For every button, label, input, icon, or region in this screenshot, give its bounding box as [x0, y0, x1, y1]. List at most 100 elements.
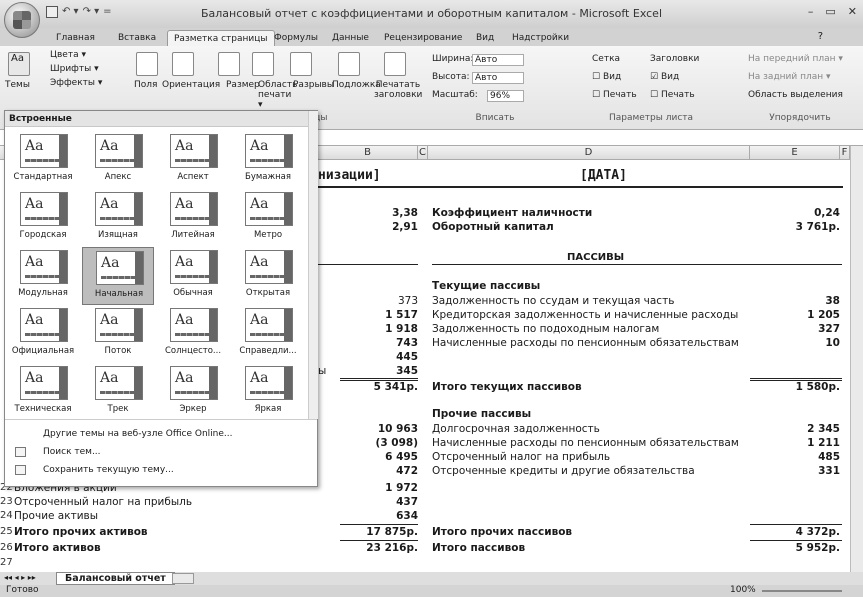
cash-ratio-right[interactable]: 0,24	[750, 207, 840, 219]
row-b[interactable]: 634	[318, 510, 418, 522]
theme-option[interactable]: Aa Литейная	[157, 189, 229, 247]
row-e[interactable]: 4 372р.	[750, 526, 840, 538]
effects-button[interactable]: Эффекты ▾	[50, 78, 102, 88]
theme-option[interactable]: Aa Справедли...	[232, 305, 304, 363]
theme-option[interactable]: Aa Изящная	[82, 189, 154, 247]
other-row-b[interactable]: 6 495	[318, 451, 418, 463]
sheet-nav-arrows[interactable]: ◂◂ ◂ ▸ ▸▸	[4, 573, 36, 582]
theme-option[interactable]: Aa Обычная	[157, 247, 229, 305]
working-capital-right[interactable]: 3 761р.	[750, 221, 840, 233]
theme-option[interactable]: Aa Городская	[7, 189, 79, 247]
theme-option[interactable]: Aa Начальная	[82, 247, 154, 305]
row-d[interactable]: Итого прочих пассивов	[432, 526, 572, 538]
theme-option[interactable]: Aa Открытая	[232, 247, 304, 305]
row-b[interactable]: 437	[318, 496, 418, 508]
insert-sheet-button[interactable]	[172, 573, 194, 584]
theme-option[interactable]: Aa Модульная	[7, 247, 79, 305]
send-back-button[interactable]: На задний план ▾	[748, 72, 831, 82]
maximize-button[interactable]: ▭	[825, 5, 835, 18]
other-row-d[interactable]: Отсроченный налог на прибыль	[432, 451, 610, 463]
cash-ratio-label[interactable]: Коэффициент наличности	[432, 207, 592, 219]
theme-option[interactable]: Aa Солнцесто...	[157, 305, 229, 363]
row-number[interactable]: 24	[0, 510, 13, 521]
zoom-slider[interactable]	[762, 590, 842, 592]
height-select[interactable]: Авто	[472, 72, 524, 84]
bring-front-button[interactable]: На передний план ▾	[748, 54, 843, 64]
theme-option[interactable]: Aa Эркер	[157, 363, 229, 421]
headings-print-checkbox[interactable]: ☐ Печать	[650, 90, 695, 100]
other-row-d[interactable]: Начисленные расходы по пенсионным обязат…	[432, 437, 739, 449]
row-b[interactable]: 23 216р.	[318, 542, 418, 554]
other-row-b[interactable]: 472	[318, 465, 418, 477]
current-row-e[interactable]: 327	[750, 323, 840, 335]
other-liabilities-header[interactable]: Прочие пассивы	[432, 408, 531, 420]
current-row-b[interactable]: 1 517	[318, 309, 418, 321]
tab-review[interactable]: Рецензирование	[378, 30, 468, 46]
width-select[interactable]: Авто	[472, 54, 524, 66]
column-header-e[interactable]: E	[750, 146, 840, 160]
size-button[interactable]: Размер	[226, 80, 260, 90]
row-d[interactable]: Итого пассивов	[432, 542, 525, 554]
row-number[interactable]: 26	[0, 542, 13, 553]
selection-pane-button[interactable]: Область выделения	[748, 90, 843, 100]
themes-icon[interactable]: Aa	[8, 52, 30, 76]
current-row-d[interactable]: Кредиторская задолженность и начисленные…	[432, 309, 738, 321]
current-row-e[interactable]: 10	[750, 337, 840, 349]
current-row-d[interactable]: Задолженность по подоходным налогам	[432, 323, 659, 335]
current-row-b[interactable]: 373	[318, 295, 418, 307]
total-current-b[interactable]: 5 341р.	[318, 381, 418, 393]
gridlines-view-checkbox[interactable]: ☐ Вид	[592, 72, 621, 82]
partial-text-cell[interactable]: ы	[318, 365, 326, 377]
themes-button[interactable]: Темы	[5, 80, 30, 90]
row-b[interactable]: 1 972	[318, 482, 418, 494]
current-row-e[interactable]: 38	[750, 295, 840, 307]
theme-option[interactable]: Aa Официальная	[7, 305, 79, 363]
tab-addins[interactable]: Надстройки	[506, 30, 575, 46]
total-current-e[interactable]: 1 580р.	[750, 381, 840, 393]
minimize-button[interactable]: –	[808, 5, 814, 18]
current-row-e[interactable]: 1 205	[750, 309, 840, 321]
theme-option[interactable]: Aa Яркая	[232, 363, 304, 421]
tab-insert[interactable]: Вставка	[112, 30, 162, 46]
row-b[interactable]: 17 875р.	[318, 526, 418, 538]
other-row-d[interactable]: Долгосрочная задолженность	[432, 423, 600, 435]
other-row-e[interactable]: 2 345	[750, 423, 840, 435]
close-button[interactable]: ✕	[848, 5, 857, 18]
row-a[interactable]: Итого прочих активов	[14, 526, 148, 538]
tab-formulas[interactable]: Формулы	[268, 30, 324, 46]
theme-option[interactable]: Aa Аспект	[157, 131, 229, 189]
theme-option[interactable]: Aa Метро	[232, 189, 304, 247]
current-row-d[interactable]: Задолженность по ссудам и текущая часть	[432, 295, 674, 307]
theme-option[interactable]: Aa Стандартная	[7, 131, 79, 189]
other-row-e[interactable]: 1 211	[750, 437, 840, 449]
margins-button[interactable]: Поля	[134, 80, 157, 90]
total-current-label[interactable]: Итого текущих пассивов	[432, 381, 582, 393]
column-header-c[interactable]: C	[418, 146, 428, 160]
column-header-d[interactable]: D	[428, 146, 750, 160]
row-number[interactable]: 23	[0, 496, 13, 507]
other-row-e[interactable]: 331	[750, 465, 840, 477]
theme-option[interactable]: Aa Трек	[82, 363, 154, 421]
row-a[interactable]: Прочие активы	[14, 510, 98, 522]
print-area-button[interactable]: Область печати ▾	[258, 80, 297, 110]
office-button[interactable]	[4, 2, 40, 38]
row-a[interactable]: Отсроченный налог на прибыль	[14, 496, 192, 508]
row-number[interactable]: 27	[0, 557, 13, 568]
liabilities-header[interactable]: ПАССИВЫ	[567, 252, 624, 263]
other-row-b[interactable]: (3 098)	[318, 437, 418, 449]
cash-ratio-value[interactable]: 3,38	[318, 207, 418, 219]
save-theme-item[interactable]: Сохранить текущую тему...	[5, 461, 317, 479]
tab-home[interactable]: Главная	[50, 30, 101, 46]
theme-option[interactable]: Aa Бумажная	[232, 131, 304, 189]
current-row-b[interactable]: 445	[318, 351, 418, 363]
tab-page-layout[interactable]: Разметка страницы	[167, 30, 275, 46]
tab-data[interactable]: Данные	[326, 30, 375, 46]
vertical-scrollbar[interactable]	[850, 146, 863, 572]
column-header-f[interactable]: F	[840, 146, 850, 160]
sheet-tab-balance[interactable]: Балансовый отчет	[56, 572, 175, 585]
scale-stepper[interactable]: 96%	[487, 90, 524, 102]
other-row-e[interactable]: 485	[750, 451, 840, 463]
date-title-cell[interactable]: [ДАТА]	[580, 168, 627, 183]
fonts-button[interactable]: Шрифты ▾	[50, 64, 99, 74]
theme-option[interactable]: Aa Апекс	[82, 131, 154, 189]
